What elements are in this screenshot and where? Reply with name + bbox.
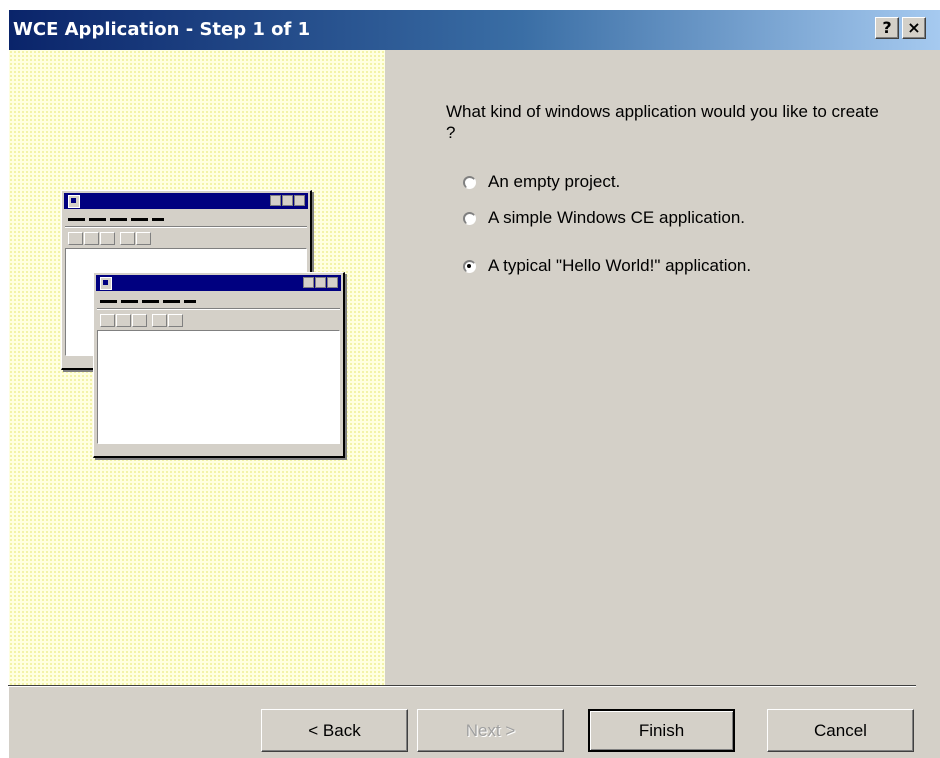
option-label: A simple Windows CE application. (488, 208, 746, 227)
title-bar[interactable]: WCE Application - Step 1 of 1 ? × (9, 10, 940, 50)
illustration-menu-bar (68, 218, 168, 221)
window-title: WCE Application - Step 1 of 1 (13, 19, 311, 40)
minimize-icon (270, 195, 281, 206)
cancel-button[interactable]: Cancel (767, 709, 914, 752)
illustration-toolbar (100, 314, 184, 328)
minimize-icon (303, 277, 314, 288)
illustration-menu-bar (100, 300, 200, 303)
maximize-icon (282, 195, 293, 206)
wizard-illustration-panel (9, 50, 385, 687)
illustration-toolbar (68, 232, 152, 246)
help-button[interactable]: ? (875, 17, 899, 39)
question-text: What kind of windows application would y… (446, 102, 879, 142)
back-button[interactable]: < Back (261, 709, 408, 752)
option-simple-application[interactable]: A simple Windows CE application. (463, 207, 745, 229)
illustration-client-area (97, 330, 340, 444)
illustration-title-bar (96, 275, 341, 291)
illustration-title-bar (64, 193, 308, 209)
radio-button-selected[interactable] (463, 259, 476, 273)
close-icon (327, 277, 338, 288)
radio-button[interactable] (463, 211, 476, 225)
option-label: A typical "Hello World!" application. (488, 256, 752, 275)
illustration-divider (65, 226, 307, 228)
option-empty-project[interactable]: An empty project. (463, 171, 620, 193)
option-label: An empty project. (488, 172, 621, 191)
maximize-icon (315, 277, 326, 288)
next-button[interactable]: Next > (417, 709, 564, 752)
button-separator (8, 685, 916, 687)
close-icon (294, 195, 305, 206)
close-button[interactable]: × (902, 17, 926, 39)
finish-button[interactable]: Finish (588, 709, 735, 752)
illustration-window-front (93, 272, 345, 458)
illustration-divider (97, 308, 340, 310)
radio-button[interactable] (463, 175, 476, 189)
wizard-dialog: WCE Application - Step 1 of 1 ? × What k… (8, 9, 940, 758)
option-hello-world-application[interactable]: A typical "Hello World!" application. (463, 255, 751, 277)
app-icon (68, 195, 80, 208)
app-icon (100, 277, 112, 290)
